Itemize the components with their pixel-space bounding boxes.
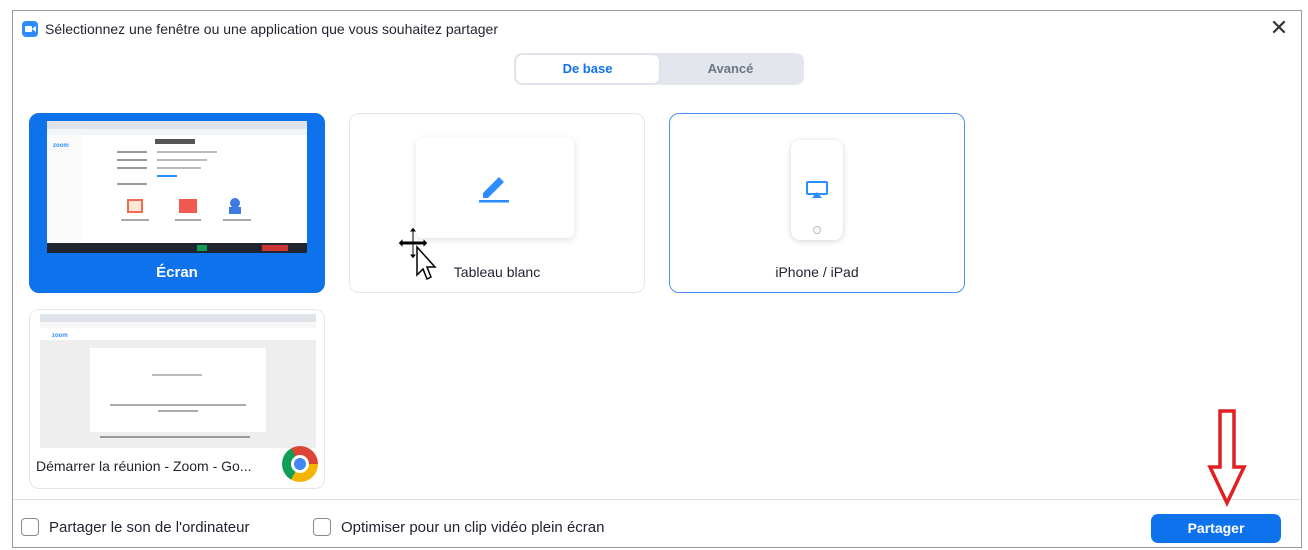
- whiteboard-preview: [416, 138, 574, 238]
- share-button[interactable]: Partager: [1151, 514, 1281, 543]
- phone-preview: [791, 140, 843, 240]
- airplay-icon: [806, 181, 828, 198]
- pencil-icon: [479, 177, 509, 203]
- tab-advanced[interactable]: Avancé: [659, 55, 802, 83]
- svg-text:zoom: zoom: [53, 143, 69, 149]
- title-bar: Sélectionnez une fenêtre ou une applicat…: [13, 11, 1301, 47]
- chrome-icon: [282, 446, 318, 482]
- footer-divider: [13, 499, 1301, 500]
- share-option-screen[interactable]: zoom Écran: [29, 113, 325, 293]
- optimize-video-label: Optimiser pour un clip vidéo plein écran: [341, 518, 605, 536]
- share-screen-dialog: Sélectionnez une fenêtre ou une applicat…: [12, 10, 1302, 548]
- screen-label: Écran: [156, 264, 198, 281]
- share-option-chrome-window[interactable]: zoom Démarrer la réunion - Zoom - Go...: [29, 309, 325, 489]
- screen-thumbnail: zoom: [47, 121, 307, 253]
- iphone-label: iPhone / iPad: [775, 264, 859, 280]
- svg-text:zoom: zoom: [52, 333, 68, 339]
- checkbox-box[interactable]: [313, 518, 331, 536]
- tab-basic[interactable]: De base: [516, 55, 659, 83]
- checkbox-box[interactable]: [21, 518, 39, 536]
- share-option-iphone-ipad[interactable]: iPhone / iPad: [669, 113, 965, 293]
- share-computer-sound-label: Partager le son de l'ordinateur: [49, 518, 250, 536]
- move-cursor-icon: [397, 226, 437, 281]
- red-annotation-arrow-icon: [1207, 409, 1247, 507]
- chrome-window-label: Démarrer la réunion - Zoom - Go...: [36, 458, 252, 474]
- share-computer-sound-checkbox[interactable]: Partager le son de l'ordinateur: [21, 518, 250, 536]
- home-button-icon: [813, 226, 821, 234]
- close-icon[interactable]: ✕: [1267, 17, 1291, 41]
- tab-bar: De base Avancé: [514, 53, 804, 85]
- share-option-whiteboard[interactable]: Tableau blanc: [349, 113, 645, 293]
- chrome-window-thumbnail: zoom: [40, 314, 316, 448]
- dialog-title: Sélectionnez une fenêtre ou une applicat…: [45, 21, 498, 37]
- zoom-app-icon: [22, 21, 38, 37]
- optimize-video-checkbox[interactable]: Optimiser pour un clip vidéo plein écran: [313, 518, 604, 536]
